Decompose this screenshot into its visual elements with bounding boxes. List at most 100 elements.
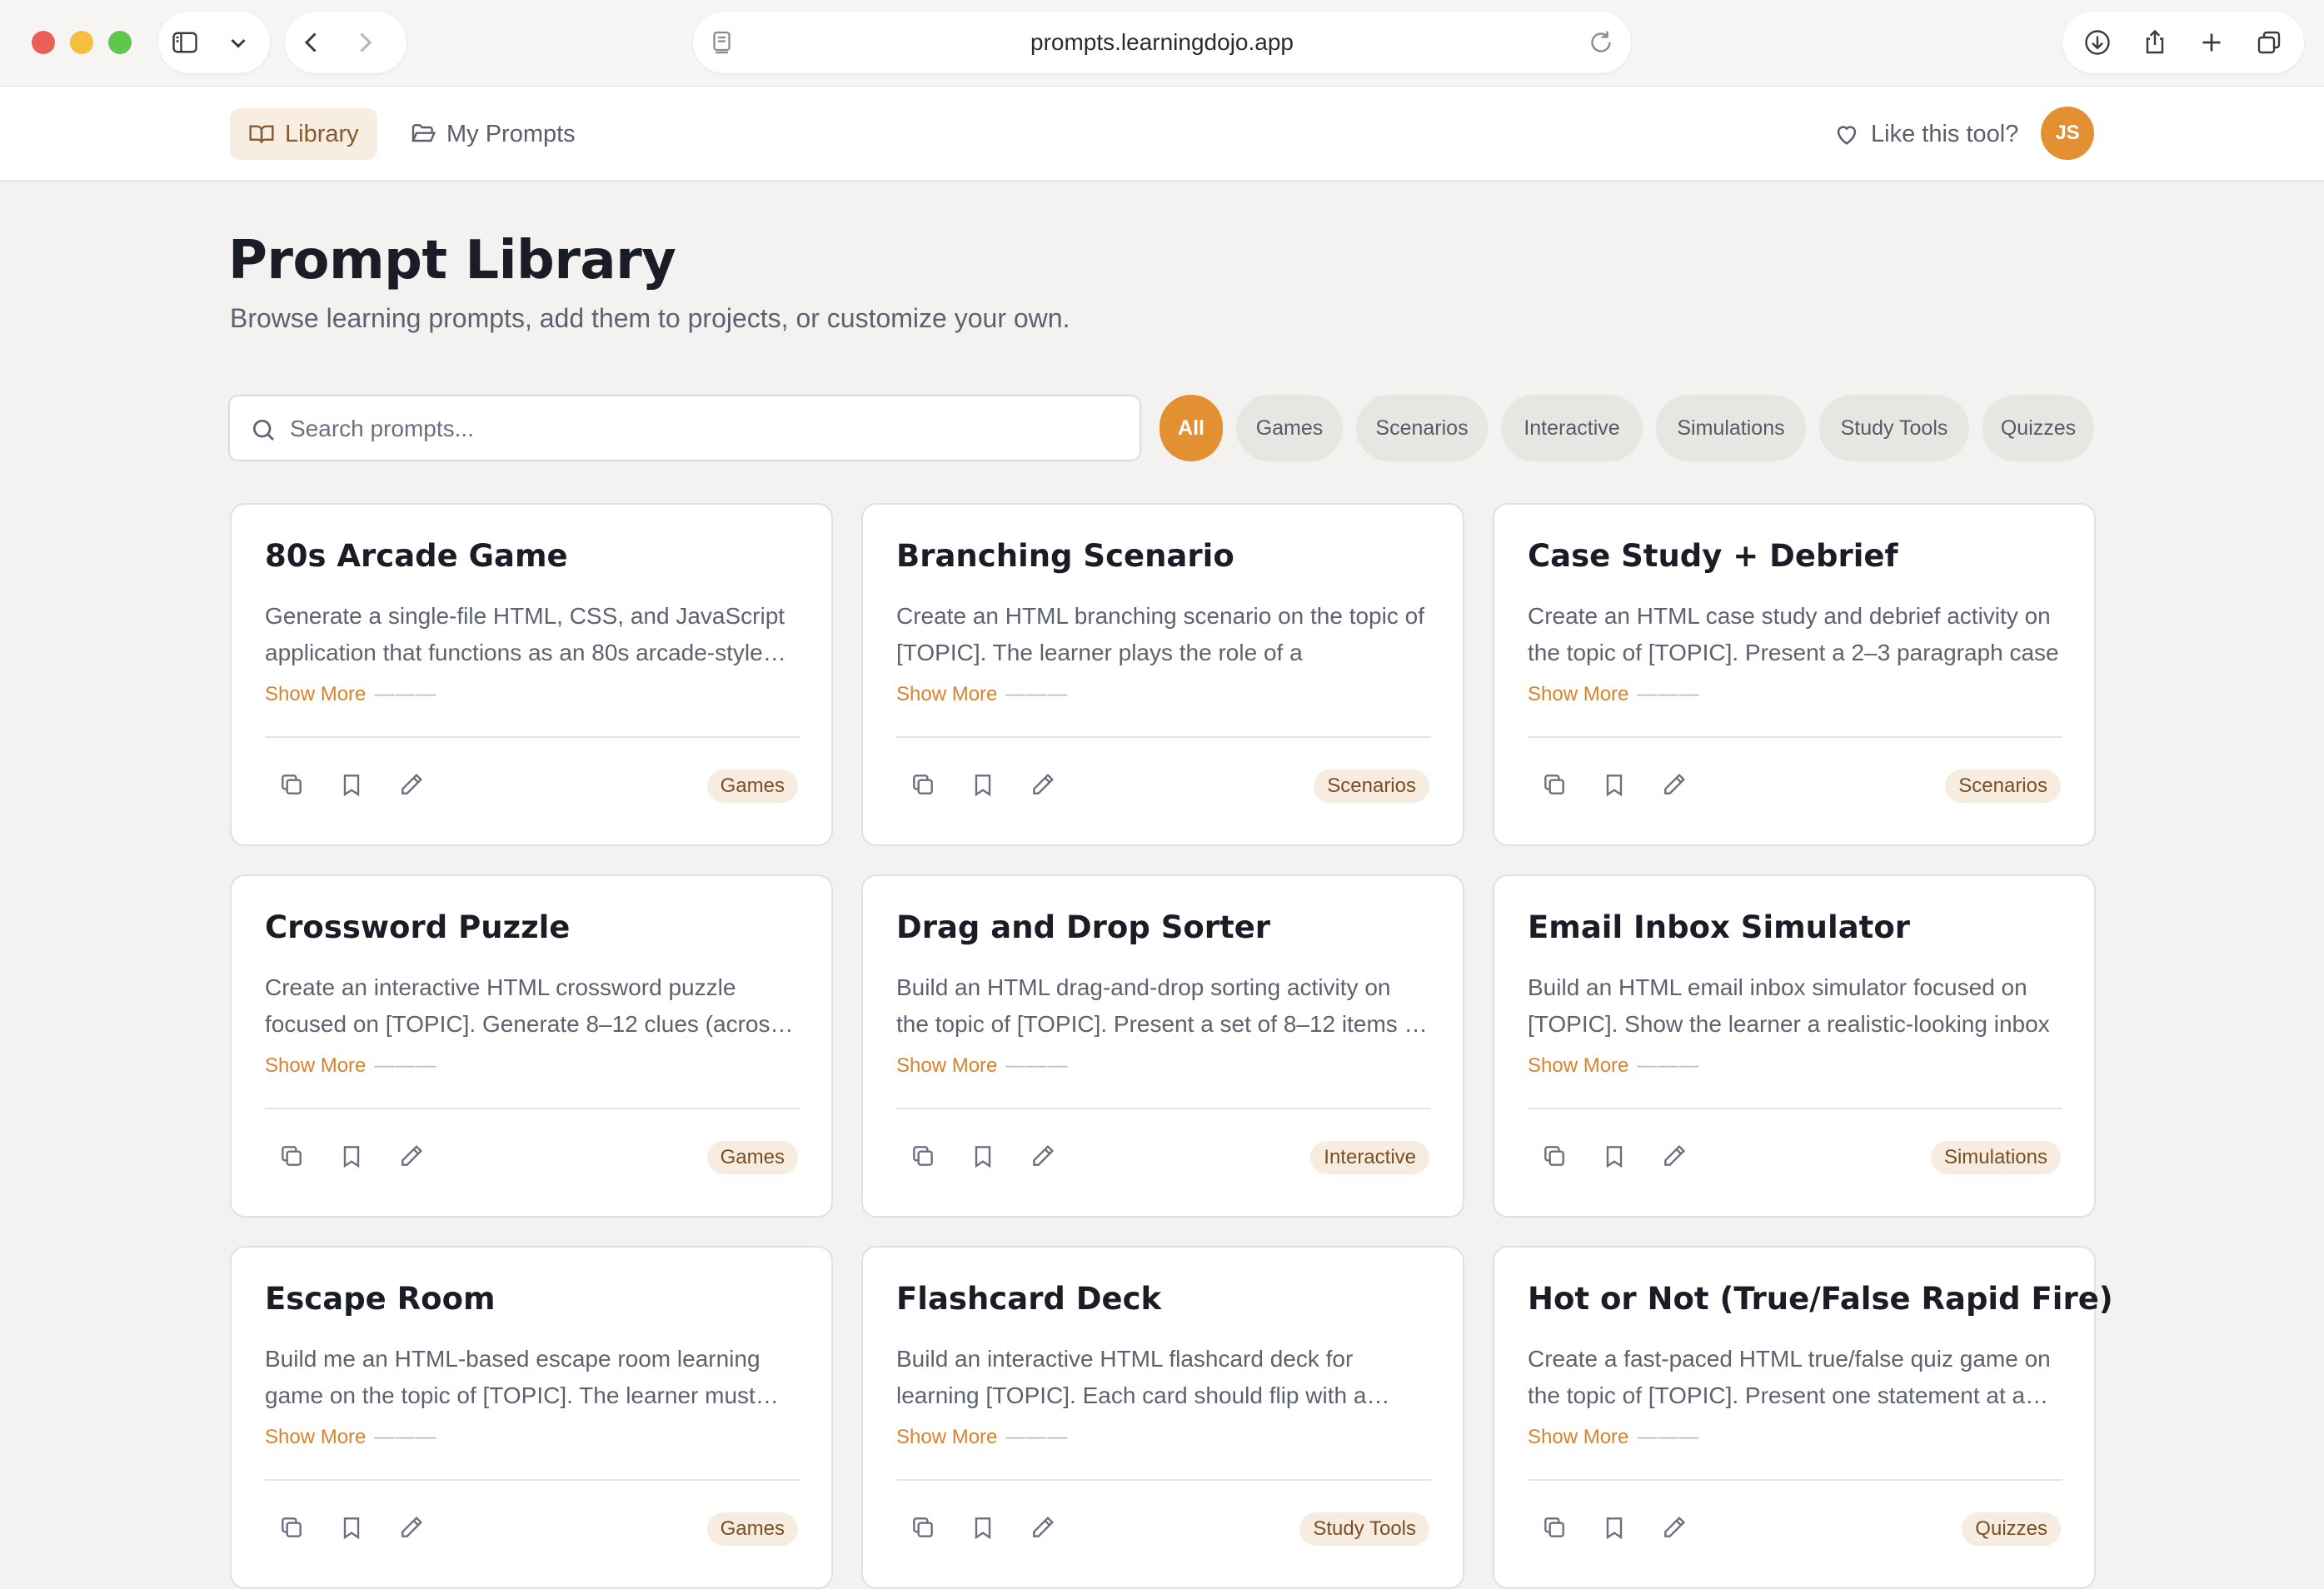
prompt-card[interactable]: Crossword Puzzle Create an interactive H… (230, 874, 833, 1218)
copy-icon[interactable] (1533, 1506, 1576, 1549)
card-divider (1528, 736, 2062, 738)
card-description: Create a fast-paced HTML true/false quiz… (1528, 1346, 2051, 1408)
close-window-button[interactable] (32, 31, 55, 54)
pencil-edit-icon[interactable] (1021, 1134, 1065, 1178)
filter-chip-scenarios[interactable]: Scenarios (1356, 395, 1488, 461)
back-arrow-icon[interactable] (285, 16, 338, 69)
show-more-label: Show More (896, 1426, 998, 1448)
show-more-link[interactable]: Show More ——— (265, 1054, 436, 1078)
bookmark-icon[interactable] (1593, 1134, 1636, 1178)
card-description: Build an HTML drag-and-drop sorting acti… (896, 974, 1424, 1037)
prompt-card[interactable]: Email Inbox Simulator Build an HTML emai… (1493, 874, 2096, 1218)
prompt-card[interactable]: Flashcard Deck Build an interactive HTML… (861, 1246, 1464, 1589)
pencil-edit-icon[interactable] (390, 1506, 433, 1549)
card-divider (1528, 1479, 2062, 1481)
history-nav-group (285, 12, 406, 73)
card-divider (1528, 1108, 2062, 1109)
tab-my-prompts[interactable]: My Prompts (391, 108, 594, 160)
copy-icon[interactable] (270, 763, 313, 806)
browser-actions-group (2062, 12, 2304, 73)
category-tag: Games (706, 1512, 798, 1546)
card-description: Create an HTML branching scenario on the… (896, 603, 1424, 665)
sidebar-toggle-icon[interactable] (158, 16, 212, 69)
show-more-link[interactable]: Show More ——— (896, 1054, 1068, 1078)
show-more-link[interactable]: Show More ——— (896, 1426, 1068, 1449)
filter-chip-interactive[interactable]: Interactive (1501, 395, 1643, 461)
show-more-link[interactable]: Show More ——— (1528, 1426, 1699, 1449)
show-more-label: Show More (896, 1054, 998, 1077)
card-divider (896, 1108, 1431, 1109)
page-menu-icon[interactable] (708, 27, 738, 57)
filter-chip-study-tools[interactable]: Study Tools (1819, 395, 1969, 461)
card-description: Create an HTML case study and debrief ac… (1528, 603, 2059, 665)
address-bar[interactable]: prompts.learningdojo.app (693, 12, 1631, 73)
bookmark-icon[interactable] (330, 1134, 373, 1178)
bookmark-icon[interactable] (961, 1506, 1005, 1549)
bookmark-icon[interactable] (330, 1506, 373, 1549)
copy-icon[interactable] (1533, 763, 1576, 806)
reload-icon[interactable] (1586, 27, 1616, 57)
copy-icon[interactable] (901, 763, 945, 806)
filter-chip-simulations[interactable]: Simulations (1656, 395, 1806, 461)
pencil-edit-icon[interactable] (1021, 1506, 1065, 1549)
copy-icon[interactable] (270, 1134, 313, 1178)
pencil-edit-icon[interactable] (1653, 1506, 1696, 1549)
category-tag: Games (706, 1141, 798, 1174)
card-title: Flashcard Deck (896, 1281, 1162, 1317)
chevron-down-icon[interactable] (212, 16, 265, 69)
tab-library[interactable]: Library (230, 108, 377, 160)
filter-chip-games[interactable]: Games (1236, 395, 1343, 461)
search-input[interactable] (290, 408, 1123, 450)
bookmark-icon[interactable] (1593, 763, 1636, 806)
forward-arrow-icon[interactable] (338, 16, 391, 69)
minimize-window-button[interactable] (70, 31, 93, 54)
tab-my-prompts-label: My Prompts (446, 120, 576, 147)
pencil-edit-icon[interactable] (1653, 763, 1696, 806)
show-more-link[interactable]: Show More ——— (1528, 683, 1699, 706)
show-more-divider: ——— (374, 1054, 437, 1077)
bookmark-icon[interactable] (1593, 1506, 1636, 1549)
show-more-link[interactable]: Show More ——— (1528, 1054, 1699, 1078)
download-icon[interactable] (2071, 16, 2124, 69)
copy-icon[interactable] (1533, 1134, 1576, 1178)
bookmark-icon[interactable] (330, 763, 373, 806)
prompt-card[interactable]: Case Study + Debrief Create an HTML case… (1493, 503, 2096, 846)
page-title: Prompt Library (228, 230, 676, 291)
show-more-link[interactable]: Show More ——— (265, 683, 436, 706)
share-icon[interactable] (2128, 16, 2182, 69)
copy-icon[interactable] (901, 1506, 945, 1549)
bookmark-icon[interactable] (961, 1134, 1005, 1178)
prompt-card[interactable]: Drag and Drop Sorter Build an HTML drag-… (861, 874, 1464, 1218)
pencil-edit-icon[interactable] (390, 763, 433, 806)
prompt-card[interactable]: Branching Scenario Create an HTML branch… (861, 503, 1464, 846)
avatar[interactable]: JS (2041, 107, 2094, 160)
like-tool-button[interactable]: Like this tool? (1833, 115, 2018, 153)
search-box (228, 395, 1141, 461)
prompt-card[interactable]: Escape Room Build me an HTML-based escap… (230, 1246, 833, 1589)
show-more-link[interactable]: Show More ——— (896, 683, 1068, 706)
new-tab-plus-icon[interactable] (2185, 16, 2238, 69)
tab-overview-icon[interactable] (2242, 16, 2296, 69)
show-more-label: Show More (265, 1426, 367, 1448)
pencil-edit-icon[interactable] (1021, 763, 1065, 806)
show-more-label: Show More (1528, 683, 1629, 705)
pencil-edit-icon[interactable] (390, 1134, 433, 1178)
copy-icon[interactable] (901, 1134, 945, 1178)
filter-chip-quizzes[interactable]: Quizzes (1982, 395, 2094, 461)
card-title: Escape Room (265, 1281, 496, 1317)
show-more-link[interactable]: Show More ——— (265, 1426, 436, 1449)
pencil-edit-icon[interactable] (1653, 1134, 1696, 1178)
prompt-card[interactable]: Hot or Not (True/False Rapid Fire) Creat… (1493, 1246, 2113, 1589)
bookmark-icon[interactable] (961, 763, 1005, 806)
card-title: 80s Arcade Game (265, 538, 568, 574)
show-more-label: Show More (1528, 1426, 1629, 1448)
zoom-window-button[interactable] (108, 31, 132, 54)
prompt-card[interactable]: 80s Arcade Game Generate a single-file H… (230, 503, 833, 846)
search-icon (253, 419, 274, 441)
category-tag: Quizzes (1962, 1512, 2061, 1546)
category-tag: Study Tools (1299, 1512, 1429, 1546)
filter-chip-all[interactable]: All (1160, 395, 1223, 461)
card-description: Build me an HTML-based escape room learn… (265, 1346, 761, 1408)
copy-icon[interactable] (270, 1506, 313, 1549)
book-open-icon (249, 125, 274, 143)
